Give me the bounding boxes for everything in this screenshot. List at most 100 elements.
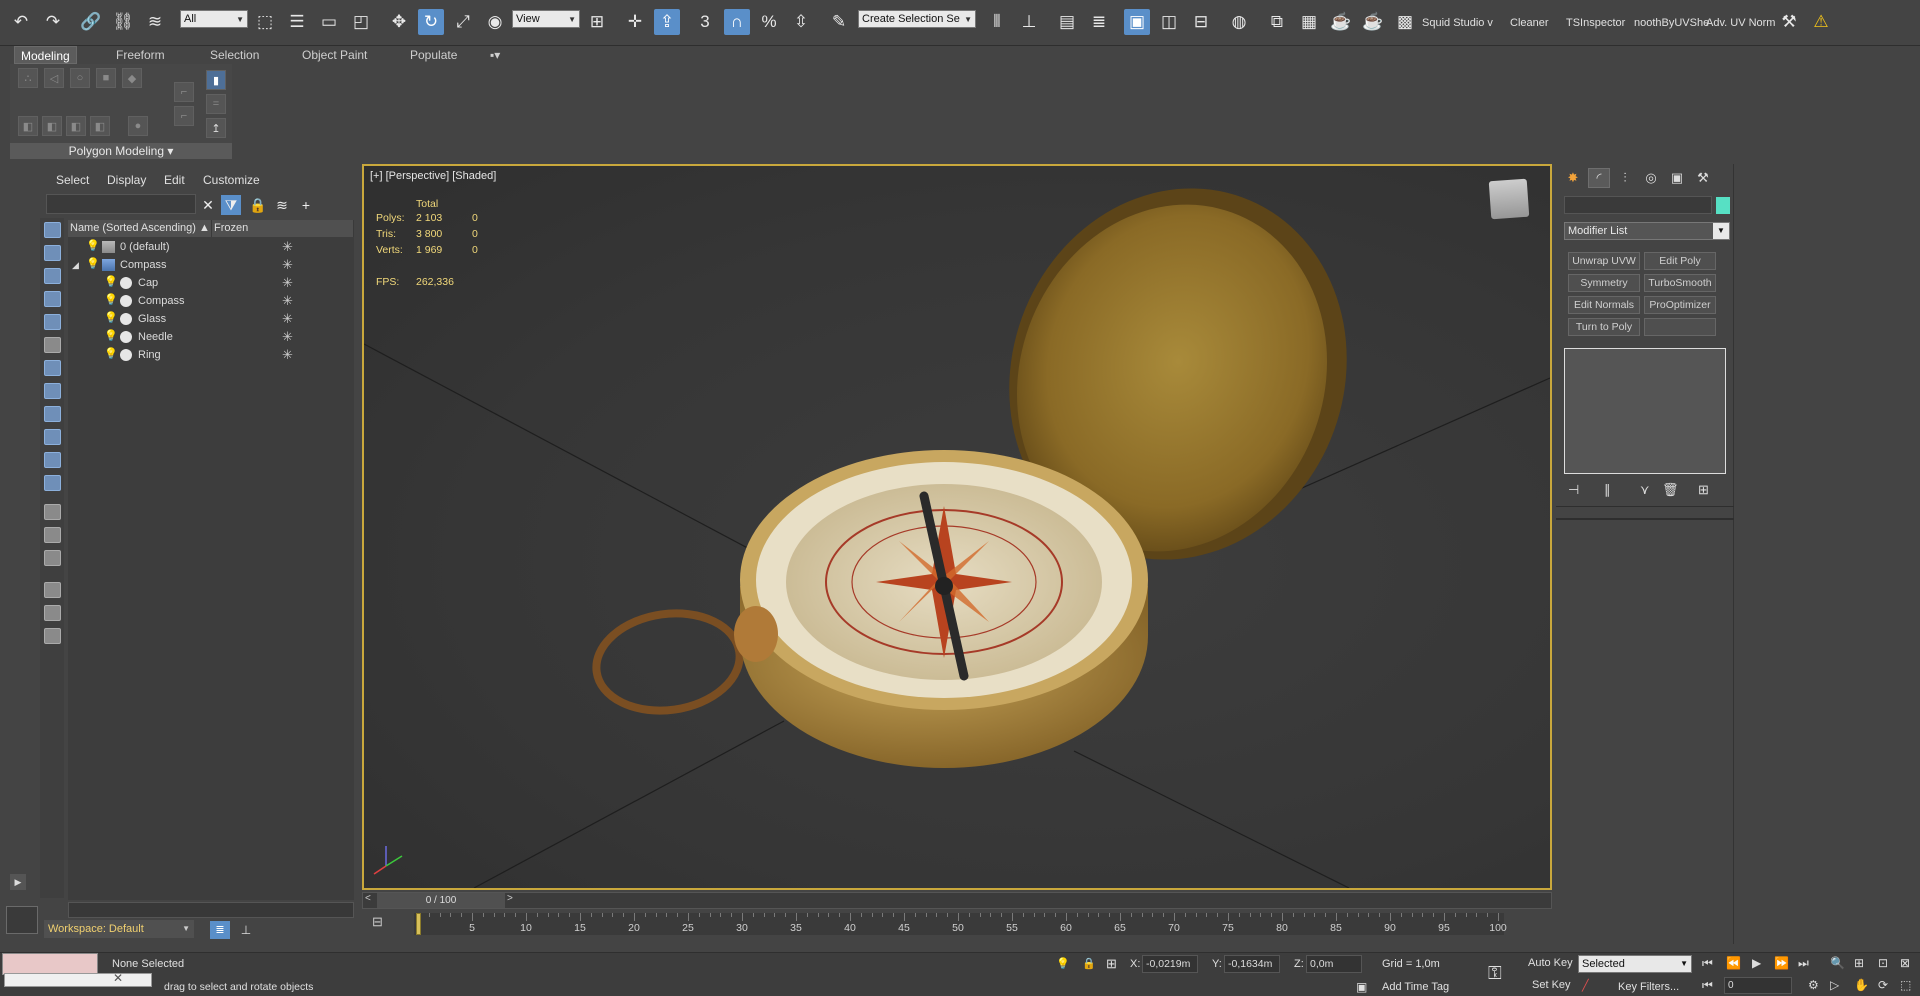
tree-row-cap[interactable]: 💡 Cap ✳ xyxy=(68,274,354,292)
vertex-icon[interactable]: ∴ xyxy=(18,68,38,88)
unlink-icon[interactable]: ⛓ xyxy=(110,9,136,35)
undo-icon[interactable]: ↶ xyxy=(8,9,34,35)
mirror-icon[interactable]: ⫴ xyxy=(984,9,1010,35)
percent-snap-icon[interactable]: % xyxy=(756,9,782,35)
xrefs-filter-icon[interactable] xyxy=(44,383,61,399)
pan-view-icon[interactable]: ✋ xyxy=(1854,978,1869,992)
edit-named-selection-icon[interactable]: ✎ xyxy=(826,9,852,35)
go-to-end-icon[interactable]: ⏭ xyxy=(1798,956,1809,971)
menu-edit[interactable]: Edit xyxy=(164,173,185,187)
curve-editor-icon[interactable]: ◫ xyxy=(1156,9,1182,35)
go-to-start-icon[interactable]: ⏮ xyxy=(1702,956,1713,971)
containers-filter-icon[interactable] xyxy=(44,429,61,445)
empty-modifier-button[interactable] xyxy=(1644,318,1716,336)
key-filters-button[interactable]: Key Filters... xyxy=(1618,981,1679,993)
stack-down-icon[interactable]: ◧ xyxy=(66,116,86,136)
toggle-command-mode-icon[interactable]: ▮ xyxy=(206,70,226,90)
x-coordinate-field[interactable]: -0,0219m xyxy=(1142,955,1198,973)
time-slider-prev-icon[interactable]: < xyxy=(365,893,371,904)
unwrap-uvw-button[interactable]: Unwrap UVW xyxy=(1568,252,1640,270)
ribbon-options-icon[interactable]: ▪▾ xyxy=(484,46,506,64)
tab-populate[interactable]: Populate xyxy=(404,46,463,64)
keyboard-shortcut-override-icon[interactable]: ⇪ xyxy=(654,9,680,35)
stack-up-icon[interactable]: ◧ xyxy=(42,116,62,136)
shapes-filter-icon[interactable] xyxy=(44,245,61,261)
object-color-swatch[interactable] xyxy=(1716,197,1730,214)
lights-filter-icon[interactable] xyxy=(44,268,61,284)
select-manipulate-icon[interactable]: ✛ xyxy=(622,9,648,35)
maximize-viewport-icon[interactable]: ⬚ xyxy=(1900,978,1911,992)
tab-selection[interactable]: Selection xyxy=(204,46,265,64)
sync-selection-icon[interactable] xyxy=(44,628,61,644)
set-key-button[interactable]: Set Key xyxy=(1532,979,1571,991)
warning-icon[interactable]: ⚠ xyxy=(1808,9,1834,35)
select-rotate-icon[interactable]: ↻ xyxy=(418,9,444,35)
visibility-bulb-icon[interactable]: 💡 xyxy=(86,240,100,253)
rect-selection-region-icon[interactable]: ▭ xyxy=(316,9,342,35)
edit-poly-button[interactable]: Edit Poly xyxy=(1644,252,1716,270)
orbit-icon[interactable]: ⟳ xyxy=(1878,978,1888,992)
z-coordinate-field[interactable]: 0,0m xyxy=(1306,955,1362,973)
clear-search-icon[interactable]: ✕ xyxy=(198,195,218,215)
set-key-icon[interactable]: ⚿ xyxy=(1488,963,1502,984)
bones-filter-icon[interactable] xyxy=(44,406,61,422)
selection-lock-icon[interactable]: 🔒 xyxy=(1082,957,1096,970)
expand-panel-icon[interactable]: ▶ xyxy=(10,874,26,890)
freeze-toggle-icon[interactable]: ✳ xyxy=(282,346,293,364)
freeze-toggle-icon[interactable]: ✳ xyxy=(282,256,293,274)
maxscript-listener-field[interactable] xyxy=(2,953,98,975)
select-scale-icon[interactable]: ⤢ xyxy=(450,9,476,35)
expand-arrow-icon[interactable]: ◢ xyxy=(72,256,79,274)
pin-stack-icon[interactable]: ⌐ xyxy=(174,106,194,126)
current-frame-marker[interactable] xyxy=(416,913,421,935)
utilities-tab-icon[interactable]: ⚒ xyxy=(1692,168,1714,188)
material-editor-icon[interactable]: ◍ xyxy=(1226,9,1252,35)
tree-row-glass[interactable]: 💡 Glass ✳ xyxy=(68,310,354,328)
hidden-filter-icon[interactable] xyxy=(44,475,61,491)
object-name-field[interactable] xyxy=(1564,196,1712,214)
render-iterative-icon[interactable]: ☕ xyxy=(1360,9,1386,35)
configure-modifier-sets-icon[interactable]: ⊞ xyxy=(1698,482,1709,498)
layer-explorer-mode-icon[interactable]: ≣ xyxy=(210,921,230,939)
previous-frame-icon[interactable]: ⏪ xyxy=(1726,956,1741,970)
scene-search-input[interactable] xyxy=(46,194,196,214)
add-icon[interactable]: + xyxy=(296,195,316,215)
schematic-view-icon[interactable]: ⊟ xyxy=(1188,9,1214,35)
previous-modifier-icon[interactable]: ↥ xyxy=(206,118,226,138)
time-configuration-icon[interactable]: ⚙ xyxy=(1808,978,1819,992)
mini-curve-editor-icon[interactable]: ⊟ xyxy=(372,914,392,934)
render-active-shade-icon[interactable]: ▩ xyxy=(1392,9,1418,35)
freeze-toggle-icon[interactable]: ✳ xyxy=(282,328,293,346)
hierarchy-icon[interactable] xyxy=(44,605,61,621)
spinner-snap-icon[interactable]: ⇳ xyxy=(788,9,814,35)
modifier-stack[interactable] xyxy=(1564,348,1726,474)
display-none-icon[interactable] xyxy=(44,527,61,543)
workspace-dropdown[interactable]: Workspace: Default ▼ xyxy=(44,920,194,938)
y-coordinate-field[interactable]: -0,1634m xyxy=(1224,955,1280,973)
bind-space-warp-icon[interactable]: ≋ xyxy=(142,9,168,35)
link-icon[interactable]: 🔗 xyxy=(78,9,104,35)
plugin-squid-studio[interactable]: Squid Studio v xyxy=(1422,17,1493,29)
create-tab-icon[interactable]: ✸ xyxy=(1562,168,1584,188)
named-selection-dropdown[interactable]: Create Selection Se ▼ xyxy=(858,10,976,28)
helpers-filter-icon[interactable] xyxy=(44,314,61,330)
viewport-layout-icon[interactable] xyxy=(6,906,38,934)
visibility-bulb-icon[interactable]: 💡 xyxy=(86,258,100,271)
layer-explorer-icon[interactable]: ≣ xyxy=(1086,9,1112,35)
preserve-uvs-icon[interactable]: ◧ xyxy=(90,116,110,136)
key-mode-dropdown[interactable]: Selected ▼ xyxy=(1578,955,1692,973)
tree-row-compass[interactable]: 💡 Compass ✳ xyxy=(68,292,354,310)
tree-row-compass-layer[interactable]: ◢ 💡 Compass ✳ xyxy=(68,256,354,274)
time-tag-icon[interactable]: ▣ xyxy=(1356,980,1367,994)
viewcube[interactable] xyxy=(1488,178,1530,220)
perspective-viewport[interactable]: [+] [Perspective] [Shaded] Total Polys: … xyxy=(362,164,1552,890)
menu-customize[interactable]: Customize xyxy=(203,173,260,187)
visibility-bulb-icon[interactable]: 💡 xyxy=(104,294,118,307)
tool-icon[interactable]: ⚒ xyxy=(1776,9,1802,35)
current-frame-field[interactable]: 0 xyxy=(1724,977,1792,994)
geometry-filter-icon[interactable] xyxy=(44,222,61,238)
modifier-list-dropdown[interactable]: Modifier List ▼ xyxy=(1564,222,1730,240)
tree-row-needle[interactable]: 💡 Needle ✳ xyxy=(68,328,354,346)
key-mode-toggle-icon[interactable]: ⏮ xyxy=(1702,978,1713,993)
use-soft-selection-icon[interactable]: = xyxy=(206,94,226,114)
